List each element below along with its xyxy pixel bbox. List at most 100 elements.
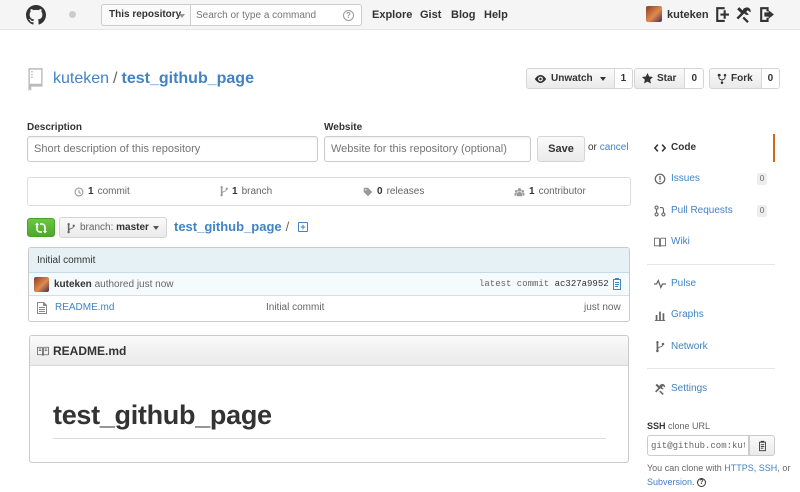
notification-dot-icon[interactable]: [69, 11, 76, 18]
compare-review-button[interactable]: [27, 218, 55, 237]
readme-filename: README.md: [53, 344, 127, 358]
repo-title: kuteken / test_github_page: [53, 70, 254, 88]
repo-name-link[interactable]: test_github_page: [122, 70, 254, 87]
pull-request-icon: [654, 205, 666, 217]
file-commit-message[interactable]: Initial commit: [266, 302, 324, 313]
file-age: just now: [584, 302, 621, 313]
sign-out-icon[interactable]: [758, 6, 775, 23]
user-avatar[interactable]: [646, 6, 662, 22]
sidebar-item-graphs[interactable]: Graphs: [647, 301, 775, 329]
stat-contributors[interactable]: 1 contributor: [514, 186, 586, 197]
stat-releases[interactable]: 0 releases: [363, 186, 424, 197]
website-input[interactable]: [324, 136, 531, 162]
eye-icon: [534, 74, 547, 83]
commit-author-name[interactable]: kuteken: [54, 279, 92, 290]
stargazers-count[interactable]: 0: [685, 68, 705, 89]
sidebar-item-label: Network: [671, 341, 708, 352]
sidebar-item-pulse[interactable]: Pulse: [647, 270, 775, 298]
readme-divider: [53, 438, 606, 439]
breadcrumb-repo-link[interactable]: test_github_page: [174, 219, 282, 234]
organization-icon: [514, 187, 525, 196]
releases-count: 0: [377, 186, 383, 197]
commit-author-text: kuteken authored just now: [54, 279, 174, 290]
commit-sha-link[interactable]: ac327a9952: [555, 279, 609, 289]
network-icon: [656, 341, 665, 353]
branches-count: 1: [232, 186, 238, 197]
sidebar-item-label: Code: [671, 142, 696, 153]
github-logo-icon[interactable]: [26, 5, 46, 25]
add-file-icon[interactable]: +: [298, 222, 308, 232]
clone-help-text: You can clone with HTTPS, SSH, or Subver…: [647, 461, 792, 489]
sidebar-item-wiki[interactable]: Wiki: [647, 228, 775, 256]
branch-name: master: [116, 222, 149, 233]
nav-explore[interactable]: Explore: [372, 9, 412, 21]
file-listing: Initial commit kuteken authored just now…: [28, 247, 630, 322]
search-scope-select[interactable]: This repository: [101, 4, 191, 26]
nav-help[interactable]: Help: [484, 9, 508, 21]
sidebar-item-label: Issues: [671, 173, 700, 184]
contributors-count: 1: [529, 186, 535, 197]
description-input[interactable]: [27, 136, 318, 162]
table-row[interactable]: README.md Initial commit just now: [29, 296, 629, 321]
clone-ssh-link[interactable]: SSH: [759, 463, 778, 473]
copy-clone-url-button[interactable]: [749, 435, 775, 456]
clone-help-period: .: [692, 477, 695, 487]
releases-label: releases: [386, 186, 425, 197]
repo-icon: [28, 68, 43, 91]
star-button[interactable]: Star: [634, 68, 686, 89]
command-search-input[interactable]: [190, 4, 362, 26]
book-icon: [654, 237, 666, 248]
file-name-link[interactable]: README.md: [55, 302, 114, 313]
fork-button[interactable]: Fork: [709, 68, 762, 89]
clone-url-input[interactable]: [647, 435, 749, 456]
new-repo-icon[interactable]: [713, 6, 730, 23]
sidebar-item-network[interactable]: Network: [647, 333, 775, 361]
search-help-icon[interactable]: ?: [343, 10, 354, 21]
sidebar-divider: [647, 368, 775, 369]
repo-title-separator: /: [113, 70, 118, 87]
history-icon: [74, 187, 84, 196]
branch-icon: [67, 223, 75, 234]
clipboard-icon: [759, 440, 766, 452]
book-icon: [37, 346, 49, 356]
clipboard-icon[interactable]: [611, 277, 623, 291]
commit-authored-text: authored just now: [94, 279, 174, 290]
clone-help-comma: ,: [753, 463, 757, 473]
ssh-protocol-label: SSH: [647, 421, 666, 431]
chevron-down-icon: [179, 14, 185, 18]
or-label: or: [588, 142, 597, 153]
unwatch-button[interactable]: Unwatch: [526, 68, 615, 89]
description-label: Description: [27, 122, 83, 133]
tag-icon: [363, 187, 373, 196]
clone-help-or: , or: [777, 463, 791, 473]
sidebar-item-settings[interactable]: Settings: [647, 375, 775, 403]
clone-help-icon[interactable]: ?: [697, 478, 707, 488]
clone-url-label: SSH clone URL: [647, 421, 710, 431]
readme-header: README.md: [30, 336, 628, 366]
sidebar-item-issues[interactable]: Issues 0: [647, 165, 775, 193]
commit-author-avatar[interactable]: [34, 277, 49, 292]
clone-subversion-link[interactable]: Subversion: [647, 477, 692, 487]
repo-owner-link[interactable]: kuteken: [53, 70, 109, 87]
unwatch-label: Unwatch: [551, 73, 593, 84]
forks-count[interactable]: 0: [761, 68, 781, 89]
stat-commits[interactable]: 1 commit: [74, 186, 130, 197]
nav-blog[interactable]: Blog: [451, 9, 475, 21]
sidebar-item-label: Wiki: [671, 236, 690, 247]
chevron-down-icon: [153, 226, 159, 230]
tools-icon[interactable]: [735, 6, 752, 23]
sidebar-item-pull-requests[interactable]: Pull Requests 0: [647, 197, 775, 225]
repo-stats-bar: 1 commit 1 branch 0 releases 1 contributor: [27, 177, 631, 206]
save-button[interactable]: Save: [537, 136, 585, 162]
user-profile-link[interactable]: kuteken: [667, 9, 709, 21]
sidebar-item-label: Graphs: [671, 309, 704, 320]
cancel-link[interactable]: cancel: [600, 142, 629, 153]
branch-select[interactable]: branch: master: [59, 217, 167, 238]
clone-https-link[interactable]: HTTPS: [724, 463, 754, 473]
watchers-count[interactable]: 1: [614, 68, 634, 89]
stat-branches[interactable]: 1 branch: [220, 186, 272, 197]
branch-prefix: branch:: [80, 222, 114, 233]
last-commit-title[interactable]: Initial commit: [29, 248, 629, 273]
nav-gist[interactable]: Gist: [420, 9, 441, 21]
sidebar-item-code[interactable]: Code: [647, 134, 775, 162]
